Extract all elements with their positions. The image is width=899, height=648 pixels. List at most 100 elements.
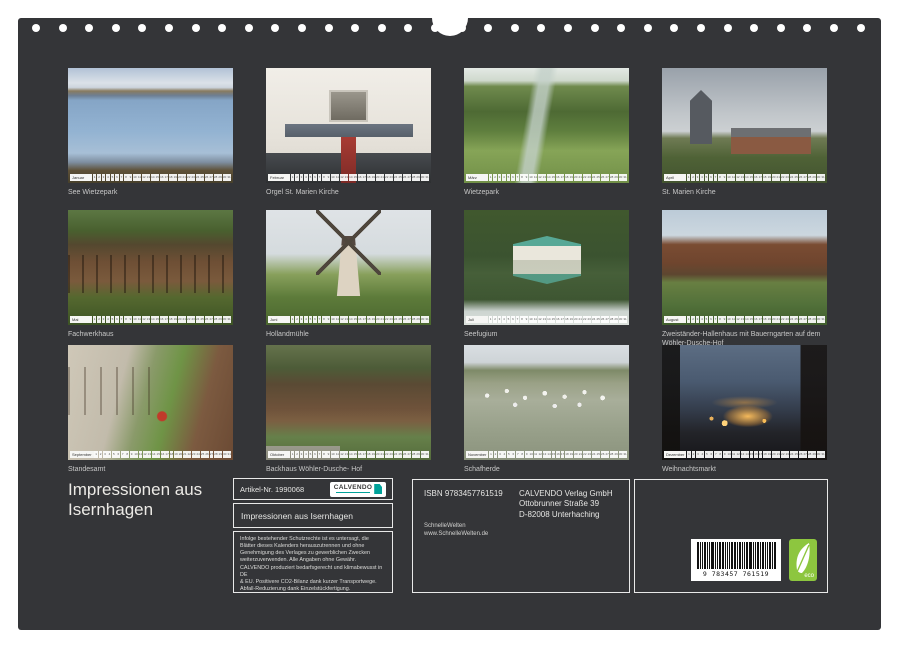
strip-day-cell: 29 [812, 174, 816, 181]
punch-hole [404, 24, 412, 32]
strip-month-label: Oktober [268, 451, 290, 458]
barcode-bar [715, 542, 716, 569]
strip-day-cell: 14 [151, 174, 155, 181]
strip-day-cell: 13 [344, 316, 348, 323]
strip-month-label: März [466, 174, 488, 181]
strip-day-cell: 4 [106, 316, 110, 323]
strip-day-cell: 11 [731, 316, 735, 323]
calendar-photo: September1234567891011121314151617181920… [68, 345, 233, 460]
strip-day-cell: 6 [709, 451, 713, 458]
strip-day-cell: 29 [416, 451, 420, 458]
strip-day-cell: 19 [569, 451, 573, 458]
strip-day-cell: 12 [736, 316, 740, 323]
strip-day-cell: 9 [524, 316, 528, 323]
strip-day-cell: 26 [205, 451, 209, 458]
strip-day-cell: 24 [196, 316, 200, 323]
strip-day-cell: 28 [610, 316, 614, 323]
strip-day-cell: 7 [714, 316, 718, 323]
strip-day-cell: 27 [209, 174, 213, 181]
punch-hole [511, 24, 519, 32]
strip-day-cell: 24 [790, 316, 794, 323]
strip-day-cell: 26 [799, 451, 803, 458]
punch-hole [325, 24, 333, 32]
strip-day-cell: 31 [425, 174, 429, 181]
strip-day-cell: 16 [556, 451, 560, 458]
strip-day-cell: 17 [164, 316, 168, 323]
strip-day-cell: 27 [803, 451, 807, 458]
mini-calendar-strip: Juli123456789101112131415161718192021222… [466, 316, 627, 323]
strip-day-cell: 23 [587, 174, 591, 181]
strip-day-cell: 20 [574, 174, 578, 181]
strip-day-cell: 3 [102, 316, 106, 323]
strip-day-cell: 21 [776, 174, 780, 181]
strip-day-cell: 23 [785, 316, 789, 323]
strip-day-cell: 22 [583, 316, 587, 323]
strip-day-cell: 29 [218, 451, 222, 458]
strip-day-cell: 14 [745, 174, 749, 181]
mini-calendar-strip: August1234567891011121314151617181920212… [664, 316, 825, 323]
strip-day-cell: 4 [304, 451, 308, 458]
strip-day-cell: 19 [767, 174, 771, 181]
strip-day-cell: 8 [124, 316, 128, 323]
strip-day-cell: 3 [696, 174, 700, 181]
calendar-photo: August1234567891011121314151617181920212… [662, 210, 827, 325]
strip-day-cell: 9 [326, 451, 330, 458]
strip-day-cell: 7 [516, 174, 520, 181]
strip-day-cell: 31 [821, 174, 825, 181]
strip-day-cell: 8 [520, 174, 524, 181]
calendar-cell: November12345678910111213141516171819202… [464, 345, 629, 474]
strip-day-cell: 9 [722, 316, 726, 323]
calendar-photo: Januar1234567891011121314151617181920212… [68, 68, 233, 183]
strip-day-cell: 27 [407, 316, 411, 323]
barcode-bar [707, 542, 708, 569]
strip-day-cell: 7 [516, 316, 520, 323]
strip-day-cell: 26 [799, 316, 803, 323]
calendar-cell: Mai1234567891011121314151617181920212223… [68, 210, 233, 345]
strip-day-cell: 28 [412, 316, 416, 323]
strip-day-cell: 24 [196, 451, 200, 458]
calendar-photo: Juli123456789101112131415161718192021222… [464, 210, 629, 325]
strip-day-cell: 16 [358, 174, 362, 181]
barcode: 9 783457 761519 [691, 539, 781, 581]
barcode-bar [704, 542, 706, 569]
strip-day-cell: 12 [340, 316, 344, 323]
mini-calendar-strip: Januar1234567891011121314151617181920212… [70, 174, 231, 181]
strip-day-cell: 6 [115, 174, 119, 181]
punch-hole [537, 24, 545, 32]
hanger-hole [432, 0, 468, 36]
barcode-bar [760, 542, 761, 569]
strip-day-cell: 22 [385, 316, 389, 323]
strip-day-cell: 12 [340, 174, 344, 181]
strip-day-cell: 30 [817, 174, 821, 181]
strip-day-cell: 16 [754, 174, 758, 181]
strip-day-cell: 7 [318, 174, 322, 181]
punch-hole [564, 24, 572, 32]
strip-day-cell: 20 [772, 451, 776, 458]
strip-day-cell: 22 [187, 316, 191, 323]
strip-day-cell: 11 [335, 174, 339, 181]
strip-day-cell: 25 [794, 174, 798, 181]
strip-day-cell: 19 [767, 451, 771, 458]
strip-day-cell: 12 [142, 174, 146, 181]
strip-day-cell: 9 [723, 451, 727, 458]
mini-calendar-strip: Mai1234567891011121314151617181920212223… [70, 316, 231, 323]
strip-day-cell: 17 [362, 451, 366, 458]
strip-month-label: Mai [70, 316, 92, 323]
strip-day-cell: 27 [803, 316, 807, 323]
barcode-bar [737, 542, 738, 569]
strip-day-cell: 26 [403, 451, 407, 458]
strip-day-cell: 18 [763, 316, 767, 323]
eco-label: eco [804, 573, 814, 579]
strip-day-cell: 24 [394, 174, 398, 181]
strip-day-cell: 11 [534, 451, 538, 458]
barcode-bars [697, 542, 776, 569]
strip-day-cell: 16 [556, 316, 560, 323]
punch-hole [617, 24, 625, 32]
punch-hole [484, 24, 492, 32]
calendar-cell: Juli123456789101112131415161718192021222… [464, 210, 629, 345]
strip-day-cell: 14 [349, 451, 353, 458]
strip-day-cell: 15 [749, 174, 753, 181]
strip-day-cell: 19 [569, 174, 573, 181]
calendar-cell: Januar1234567891011121314151617181920212… [68, 68, 233, 210]
strip-day-cell: 13 [344, 451, 348, 458]
